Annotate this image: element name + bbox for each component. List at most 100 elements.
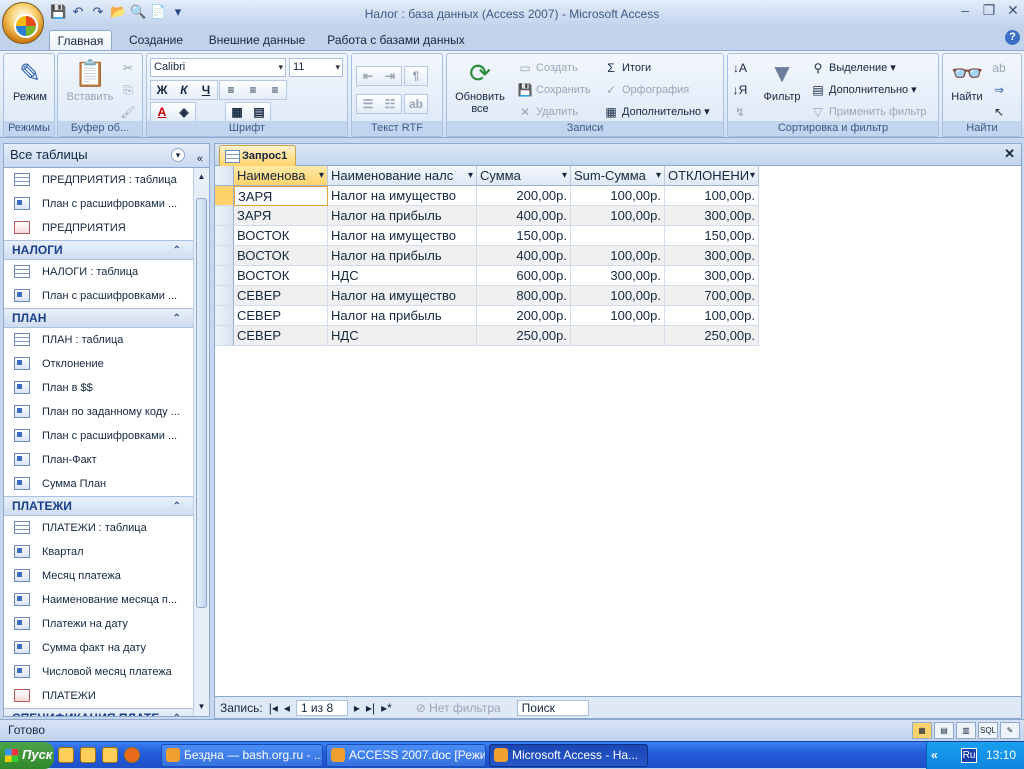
- nav-item[interactable]: Месяц платежа: [4, 564, 193, 588]
- table-row[interactable]: СЕВЕР НДС 250,00р. 250,00р.: [215, 326, 1021, 346]
- datasheet-view-icon[interactable]: ▦: [912, 722, 932, 739]
- nav-item[interactable]: ПЛАН : таблица: [4, 328, 193, 352]
- table-cell[interactable]: 100,00р.: [665, 186, 759, 206]
- nav-item[interactable]: Наименование месяца п...: [4, 588, 193, 612]
- nav-item[interactable]: План-Факт: [4, 448, 193, 472]
- nav-scrollbar[interactable]: ▲ ▼: [193, 168, 209, 716]
- format-painter-icon[interactable]: 🖌: [120, 104, 136, 120]
- alternate-fill-icon[interactable]: ▤: [248, 103, 270, 121]
- next-record-icon[interactable]: ▸: [354, 701, 360, 715]
- tab-home[interactable]: Главная: [49, 30, 112, 51]
- column-header[interactable]: Sum-Сумма: [571, 166, 665, 186]
- save-record-button[interactable]: 💾 Сохранить: [517, 80, 591, 100]
- language-indicator[interactable]: Ru: [961, 748, 977, 763]
- nav-group-header[interactable]: ПЛАТЕЖИ ⌃: [4, 496, 193, 516]
- table-cell[interactable]: 100,00р.: [571, 186, 665, 206]
- table-cell[interactable]: 300,00р.: [665, 246, 759, 266]
- more-records-button[interactable]: ▦ Дополнительно ▾: [603, 102, 709, 122]
- start-button[interactable]: Пуск: [0, 742, 54, 769]
- font-name-combo[interactable]: Calibri: [150, 58, 286, 77]
- nav-item[interactable]: План в $$: [4, 376, 193, 400]
- scroll-up-icon[interactable]: ▲: [194, 170, 209, 184]
- numbering-icon[interactable]: ☷: [379, 95, 401, 113]
- chevron-up-icon[interactable]: ⌃: [173, 709, 181, 716]
- table-cell[interactable]: 600,00р.: [477, 266, 571, 286]
- nav-item[interactable]: Квартал: [4, 540, 193, 564]
- quick-launch-icon[interactable]: [80, 747, 96, 763]
- table-cell[interactable]: 800,00р.: [477, 286, 571, 306]
- table-cell[interactable]: 300,00р.: [665, 206, 759, 226]
- scroll-thumb[interactable]: [196, 198, 207, 608]
- chevron-up-icon[interactable]: ⌃: [173, 309, 181, 328]
- nav-item[interactable]: ПРЕДПРИЯТИЯ: [4, 216, 193, 240]
- table-cell[interactable]: СЕВЕР: [234, 286, 328, 306]
- row-selector[interactable]: [215, 326, 234, 346]
- delete-record-button[interactable]: ✕ Удалить: [517, 102, 578, 122]
- table-cell[interactable]: 150,00р.: [477, 226, 571, 246]
- pivot-table-icon[interactable]: ▤: [934, 722, 954, 739]
- minimize-icon[interactable]: –: [958, 2, 972, 19]
- close-document-icon[interactable]: ✕: [1004, 146, 1015, 162]
- table-cell[interactable]: Налог на имущество: [328, 186, 477, 206]
- cut-icon[interactable]: ✂: [120, 60, 136, 76]
- nav-collapse-icon[interactable]: «: [197, 148, 203, 170]
- select-all-corner[interactable]: [215, 166, 234, 186]
- spelling-button[interactable]: ✓ Орфография: [603, 80, 689, 100]
- table-cell[interactable]: 200,00р.: [477, 306, 571, 326]
- column-header[interactable]: Наименование налс: [328, 166, 477, 186]
- table-row[interactable]: ВОСТОК Налог на имущество 150,00р. 150,00р.: [215, 226, 1021, 246]
- task-word[interactable]: ACCESS 2007.doc [Режи...: [326, 744, 486, 767]
- table-cell[interactable]: Налог на имущество: [328, 226, 477, 246]
- column-header[interactable]: Наименова: [234, 166, 328, 186]
- table-cell[interactable]: [571, 326, 665, 346]
- table-cell[interactable]: 100,00р.: [571, 286, 665, 306]
- table-cell[interactable]: 100,00р.: [665, 306, 759, 326]
- table-cell[interactable]: СЕВЕР: [234, 306, 328, 326]
- nav-item[interactable]: ПЛАТЕЖИ: [4, 684, 193, 708]
- scroll-down-icon[interactable]: ▼: [194, 700, 209, 714]
- table-row[interactable]: ЗАРЯ Налог на прибыль 400,00р. 100,00р. 300,…: [215, 206, 1021, 226]
- indent-decrease-icon[interactable]: ⇤: [357, 67, 379, 85]
- paragraph-icon[interactable]: ¶: [405, 67, 427, 85]
- quick-launch-icon[interactable]: [58, 747, 74, 763]
- nav-group-header[interactable]: НАЛОГИ ⌃: [4, 240, 193, 260]
- table-cell[interactable]: Налог на имущество: [328, 286, 477, 306]
- nav-item[interactable]: ПРЕДПРИЯТИЯ : таблица: [4, 168, 193, 192]
- indent-increase-icon[interactable]: ⇥: [379, 67, 401, 85]
- table-row[interactable]: СЕВЕР Налог на имущество 800,00р. 100,00р. 7…: [215, 286, 1021, 306]
- table-row[interactable]: ВОСТОК НДС 600,00р. 300,00р. 300,00р.: [215, 266, 1021, 286]
- italic-button[interactable]: К: [173, 81, 195, 99]
- underline-button[interactable]: Ч: [195, 81, 217, 99]
- filter-button[interactable]: ▼ Фильтр: [758, 57, 806, 103]
- task-access[interactable]: Microsoft Access - На...: [489, 744, 648, 767]
- nav-item[interactable]: Отклонение: [4, 352, 193, 376]
- totals-button[interactable]: Σ Итоги: [603, 58, 651, 78]
- tab-external-data[interactable]: Внешние данные: [200, 30, 314, 51]
- table-row[interactable]: ВОСТОК Налог на прибыль 400,00р. 100,00р. 30…: [215, 246, 1021, 266]
- tab-create[interactable]: Создание: [120, 30, 192, 51]
- nav-menu-icon[interactable]: ▾: [171, 148, 185, 162]
- paste-button[interactable]: 📋 Вставить: [62, 57, 118, 103]
- table-cell[interactable]: СЕВЕР: [234, 326, 328, 346]
- pivot-chart-icon[interactable]: ▥: [956, 722, 976, 739]
- column-header[interactable]: ОТКЛОНЕНИ: [665, 166, 759, 186]
- select-icon[interactable]: ↖: [991, 104, 1007, 120]
- clear-sort-icon[interactable]: ↯: [732, 104, 748, 120]
- chevron-up-icon[interactable]: ⌃: [173, 497, 181, 516]
- table-row[interactable]: ЗАРЯ Налог на имущество 200,00р. 100,00р. 10…: [215, 186, 1021, 206]
- nav-item[interactable]: НАЛОГИ : таблица: [4, 260, 193, 284]
- toggle-filter-button[interactable]: ▽ Применить фильтр: [810, 102, 926, 122]
- table-cell[interactable]: 300,00р.: [571, 266, 665, 286]
- table-cell[interactable]: [571, 226, 665, 246]
- row-selector[interactable]: [215, 286, 234, 306]
- first-record-icon[interactable]: |◂: [269, 701, 278, 715]
- align-left-icon[interactable]: ≡: [220, 81, 242, 99]
- nav-item[interactable]: Сумма факт на дату: [4, 636, 193, 660]
- table-cell[interactable]: НДС: [328, 266, 477, 286]
- sort-ascending-icon[interactable]: ↓A: [732, 60, 748, 76]
- nav-item[interactable]: План с расшифровками ...: [4, 192, 193, 216]
- table-cell[interactable]: ВОСТОК: [234, 246, 328, 266]
- firefox-icon[interactable]: [124, 747, 140, 763]
- gridlines-icon[interactable]: ▦: [226, 103, 248, 121]
- table-cell[interactable]: Налог на прибыль: [328, 246, 477, 266]
